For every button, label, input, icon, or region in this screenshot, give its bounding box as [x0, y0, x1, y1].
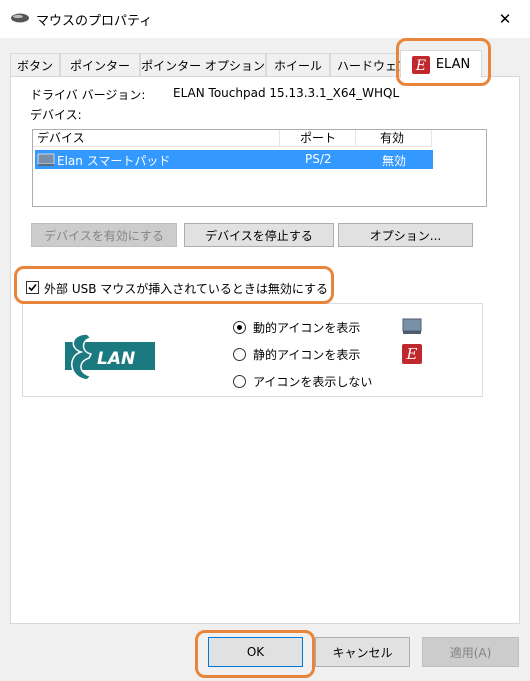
radio-static-label: 静的アイコンを表示 [253, 348, 361, 362]
tab-elan[interactable]: E ELAN [400, 50, 482, 78]
svg-text:LAN: LAN [97, 349, 135, 369]
icon-display-group: LAN 動的アイコンを表示 静的アイコンを表示 E アイコンを表示しない [22, 303, 483, 397]
monitor-icon [402, 318, 422, 334]
close-button[interactable]: ✕ [488, 4, 522, 34]
cancel-button[interactable]: キャンセル [315, 637, 410, 667]
svg-text:E: E [415, 58, 426, 74]
tab-buttons[interactable]: ボタン [10, 53, 60, 77]
usb-disable-checkbox[interactable] [26, 281, 39, 294]
svg-text:E: E [406, 345, 418, 363]
close-icon: ✕ [498, 10, 512, 28]
radio-dynamic-icon[interactable] [233, 321, 246, 334]
device-list[interactable]: デバイス ポート 有効 Elan スマートパッド PS/2 無効 [32, 129, 487, 207]
tab-pointers[interactable]: ポインター [60, 53, 140, 77]
radio-static-icon[interactable] [233, 348, 246, 361]
elan-e-icon: E [402, 344, 422, 364]
radio-no-icon-label: アイコンを表示しない [253, 375, 373, 389]
ok-button[interactable]: OK [208, 637, 303, 667]
tab-strip: ボタン ポインター ポインター オプション ホイール ハードウェア E ELAN [10, 50, 520, 78]
devices-label: デバイス: [30, 108, 82, 122]
dialog-body: ボタン ポインター ポインター オプション ホイール ハードウェア E ELAN… [0, 38, 530, 681]
radio-dynamic-label: 動的アイコンを表示 [253, 321, 361, 335]
enable-device-button[interactable]: デバイスを有効にする [31, 223, 177, 247]
radio-no-icon[interactable] [233, 375, 246, 388]
device-name: Elan スマートパッド [57, 154, 171, 168]
tab-pointer-options[interactable]: ポインター オプション [140, 53, 266, 77]
touchpad-icon [37, 153, 55, 166]
title-bar[interactable]: マウスのプロパティ ✕ [0, 0, 530, 38]
column-header-enabled[interactable]: 有効 [356, 130, 432, 147]
checkmark-icon [28, 283, 37, 292]
driver-version-label: ドライバ バージョン: [30, 88, 146, 102]
apply-button[interactable]: 適用(A) [422, 637, 519, 667]
usb-disable-label: 外部 USB マウスが挿入されているときは無効にする [44, 282, 329, 296]
elan-e-icon: E [411, 55, 430, 74]
device-enabled: 無効 [382, 154, 407, 168]
mouse-icon [11, 13, 29, 23]
column-header-device[interactable]: デバイス [33, 130, 280, 147]
driver-version-value: ELAN Touchpad 15.13.3.1_X64_WHQL [173, 86, 400, 100]
column-header-port[interactable]: ポート [280, 130, 356, 147]
device-list-header: デバイス ポート 有効 [33, 130, 486, 147]
stop-device-button[interactable]: デバイスを停止する [184, 223, 334, 247]
window-title: マウスのプロパティ [36, 14, 153, 29]
elan-logo: LAN [61, 326, 157, 390]
tab-wheel[interactable]: ホイール [266, 53, 330, 77]
options-button[interactable]: オプション... [338, 223, 473, 247]
device-row[interactable]: Elan スマートパッド PS/2 無効 [35, 150, 433, 169]
tab-hardware[interactable]: ハードウェア [330, 53, 402, 77]
device-port: PS/2 [305, 152, 332, 166]
